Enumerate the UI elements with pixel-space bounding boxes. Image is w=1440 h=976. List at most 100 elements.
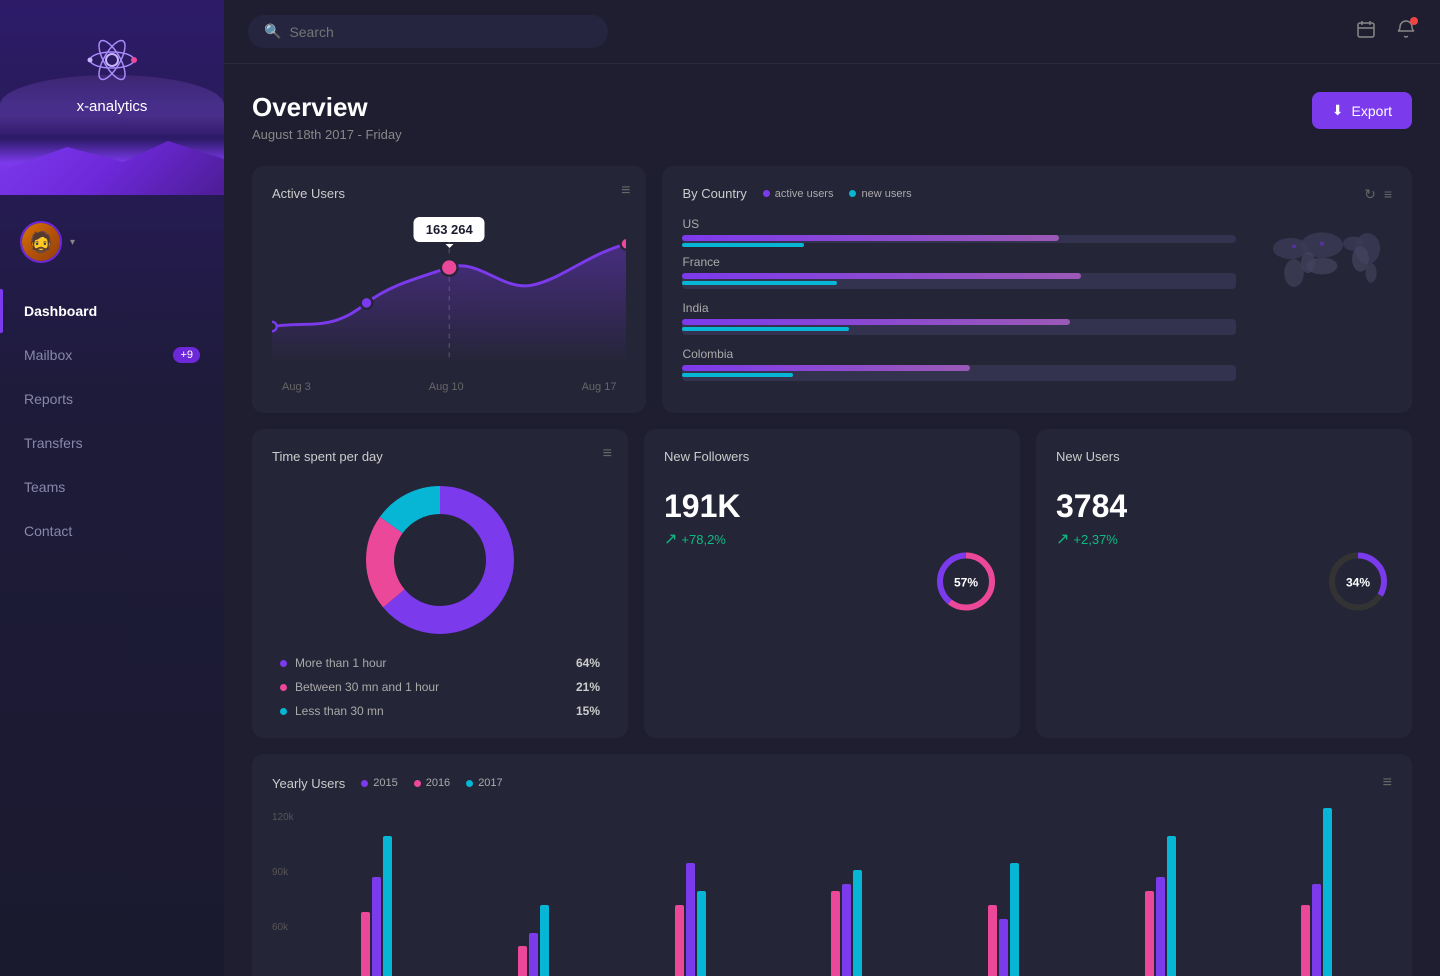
dot-more-1hr <box>280 660 287 667</box>
country-bar-active-india <box>682 319 1069 325</box>
sidebar-decoration <box>0 115 224 195</box>
time-per-day-title: Time spent per day <box>272 449 608 464</box>
followers-donut: 57% <box>932 547 1000 620</box>
country-bar-track-colombia <box>682 365 1236 381</box>
xaxis-label-2: Aug 17 <box>582 381 617 393</box>
yearly-menu-icon[interactable]: ≡ <box>1383 774 1392 792</box>
active-users-menu-icon[interactable]: ≡ <box>621 182 630 200</box>
calendar-icon[interactable] <box>1356 19 1376 44</box>
bar-2017-apr <box>853 870 862 976</box>
by-country-inner: US France <box>682 217 1392 393</box>
country-bar-new-india <box>682 327 848 331</box>
active-users-card: Active Users ≡ 163 264 <box>252 166 646 413</box>
sidebar-item-reports[interactable]: Reports <box>0 377 224 421</box>
y-label-60k: 60k <box>272 922 294 933</box>
time-per-day-menu-icon[interactable]: ≡ <box>603 445 612 463</box>
legend-2017: 2017 <box>466 777 502 789</box>
legend-2016-label: 2016 <box>426 777 450 789</box>
country-bar-new-colombia <box>682 373 793 377</box>
bar-2017-aug <box>1323 808 1332 976</box>
search-bar[interactable]: 🔍 <box>248 15 608 48</box>
chart-tooltip: 163 264 <box>414 217 485 242</box>
time-per-day-card: Time spent per day ≡ <box>252 429 628 738</box>
country-bar-active-colombia <box>682 365 970 371</box>
bar-chart-wrapper: Jan Feb Mar Apr Jun Jul Aug <box>302 808 1392 976</box>
country-label-france: France <box>682 255 1236 269</box>
menu-icon[interactable]: ≡ <box>1384 186 1392 203</box>
donut-label-0: More than 1 hour <box>295 656 386 670</box>
sidebar-item-transfers[interactable]: Transfers <box>0 421 224 465</box>
country-row-colombia: Colombia <box>682 347 1236 381</box>
sidebar-item-mailbox[interactable]: Mailbox +9 <box>0 333 224 377</box>
y-label-120k: 120k <box>272 812 294 823</box>
sidebar-item-contact[interactable]: Contact <box>0 509 224 553</box>
followers-stat: 191K ↗ +78,2% <box>664 480 1000 549</box>
chart-xaxis: Aug 3 Aug 10 Aug 17 <box>272 381 626 393</box>
page-header: Overview August 18th 2017 - Friday ⬇ Exp… <box>252 92 1412 142</box>
country-row-us: US <box>682 217 1236 243</box>
legend-2015-label: 2015 <box>373 777 397 789</box>
yearly-title: Yearly Users <box>272 776 345 791</box>
sidebar-item-teams[interactable]: Teams <box>0 465 224 509</box>
dot-30-1hr <box>280 684 287 691</box>
legend-new-label: new users <box>861 188 911 200</box>
search-input[interactable] <box>289 24 592 40</box>
bar-group-jan <box>302 836 453 976</box>
refresh-icon[interactable]: ↻ <box>1364 186 1376 203</box>
xaxis-label-0: Aug 3 <box>282 381 311 393</box>
country-bar-active-us <box>682 235 1058 241</box>
bar-2016-aug <box>1312 884 1321 976</box>
donut-svg <box>360 480 520 640</box>
bar-group-jul <box>1085 836 1236 976</box>
nav-label: Dashboard <box>24 303 97 319</box>
bar-2016-mar <box>686 863 695 976</box>
dot-2015 <box>361 780 368 787</box>
bar-2015-jun <box>988 905 997 976</box>
bar-2016-jun <box>999 919 1008 976</box>
map-svg <box>1252 217 1392 301</box>
app-logo-icon <box>82 30 142 90</box>
nav-label: Reports <box>24 391 73 407</box>
y-axis: 120k 90k 60k 30k <box>272 808 294 976</box>
bar-group-apr <box>772 870 923 976</box>
xaxis-label-1: Aug 10 <box>429 381 464 393</box>
page-title: Overview <box>252 92 402 123</box>
donut-label-2: Less than 30 mn <box>295 704 384 718</box>
bar-group-aug <box>1241 808 1392 976</box>
followers-change-text: +78,2% <box>681 532 725 547</box>
by-country-card: By Country active users new users <box>662 166 1412 413</box>
bar-2017-feb <box>540 905 549 976</box>
country-label-us: US <box>682 217 1236 231</box>
sidebar-item-dashboard[interactable]: Dashboard <box>0 289 224 333</box>
notification-icon[interactable] <box>1396 19 1416 44</box>
world-map <box>1252 217 1392 393</box>
donut-pct-0: 64% <box>576 656 600 670</box>
main-content: 🔍 O <box>224 0 1440 976</box>
country-bar-new-us <box>682 243 804 247</box>
by-country-actions: ↻ ≡ <box>1364 186 1392 203</box>
country-bar-track-india <box>682 319 1236 335</box>
users-change-text: +2,37% <box>1073 532 1117 547</box>
by-country-header: By Country active users new users <box>682 186 1392 203</box>
country-label-colombia: Colombia <box>682 347 1236 361</box>
nav-label: Teams <box>24 479 65 495</box>
bar-chart <box>302 808 1392 976</box>
bar-2015-feb <box>518 946 527 976</box>
by-country-legend: active users new users <box>763 188 912 200</box>
page-date: August 18th 2017 - Friday <box>252 127 402 142</box>
legend-2017-label: 2017 <box>478 777 502 789</box>
country-bars: US France <box>682 217 1236 393</box>
donut-legend: More than 1 hour 64% Between 30 mn and 1… <box>272 656 608 718</box>
export-label: Export <box>1352 103 1392 119</box>
svg-text:34%: 34% <box>1346 575 1370 589</box>
donut-legend-item-0: More than 1 hour 64% <box>280 656 600 670</box>
arrow-up-icon-2: ↗ <box>1056 529 1069 549</box>
country-row-india: India <box>682 301 1236 335</box>
user-profile[interactable]: 🧔 ▾ <box>0 205 224 279</box>
export-button[interactable]: ⬇ Export <box>1312 92 1412 129</box>
users-value: 3784 <box>1056 488 1392 525</box>
bar-group-jun <box>928 863 1079 976</box>
dot-2016 <box>414 780 421 787</box>
y-label-90k: 90k <box>272 867 294 878</box>
new-followers-title: New Followers <box>664 449 1000 464</box>
